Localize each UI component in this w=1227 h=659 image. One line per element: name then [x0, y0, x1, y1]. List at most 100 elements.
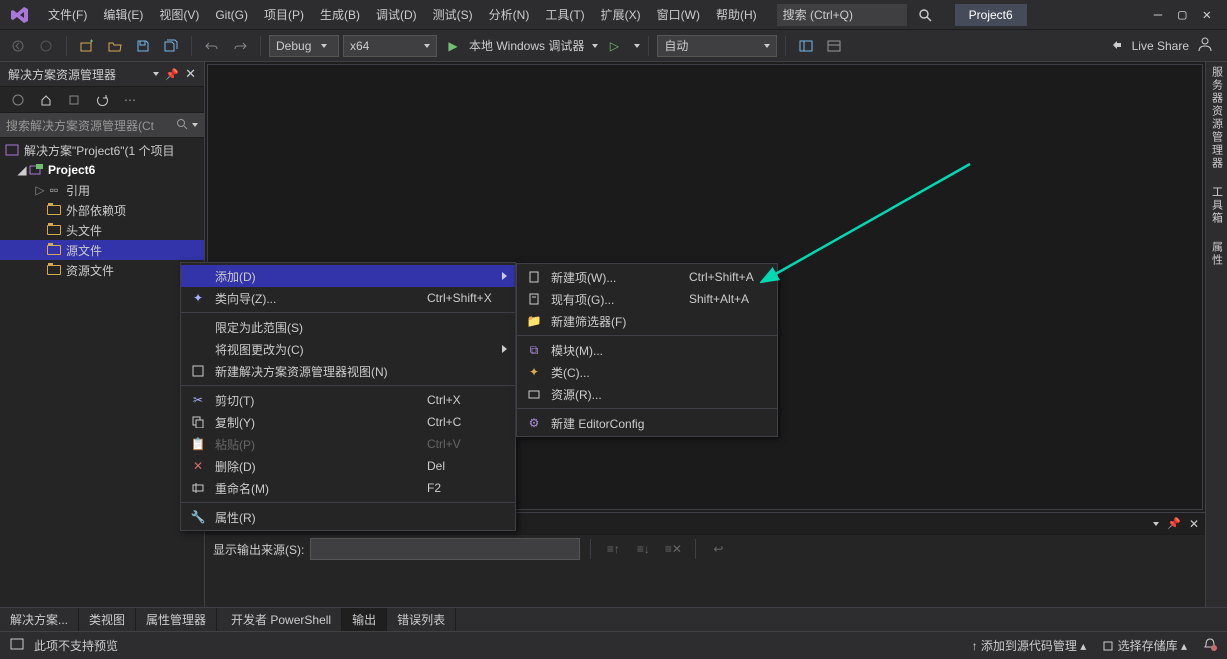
tab-error-list[interactable]: 错误列表: [387, 608, 456, 631]
refresh-icon[interactable]: [90, 88, 114, 112]
folder-icon: [46, 263, 62, 277]
caret-icon[interactable]: ◢: [16, 163, 28, 177]
menu-edit[interactable]: 编辑(E): [95, 2, 151, 27]
liveshare-button[interactable]: Live Share: [1132, 39, 1189, 53]
pin-icon[interactable]: 📌: [1167, 517, 1181, 530]
select-repo-button[interactable]: 选择存储库 ▴: [1102, 637, 1187, 654]
menu-class[interactable]: ✦类(C)...: [517, 361, 777, 383]
window-close-button[interactable]: ✕: [1203, 7, 1211, 23]
caret-icon[interactable]: ▷: [34, 183, 46, 197]
window-maximize-button[interactable]: ▢: [1178, 7, 1186, 23]
start-no-debug-button[interactable]: ▷: [602, 34, 626, 58]
solution-node[interactable]: 解决方案"Project6"(1 个项目: [0, 140, 204, 160]
prev-msg-icon[interactable]: ≡↑: [601, 537, 625, 561]
menu-window[interactable]: 窗口(W): [649, 2, 708, 27]
platform-dropdown[interactable]: x64: [343, 35, 437, 57]
menu-view[interactable]: 视图(V): [151, 2, 207, 27]
folder-icon: [46, 223, 62, 237]
menu-cut[interactable]: ✂剪切(T)Ctrl+X: [181, 389, 515, 411]
tab-property-manager[interactable]: 属性管理器: [136, 608, 217, 631]
menu-new-solution-view[interactable]: 新建解决方案资源管理器视图(N): [181, 360, 515, 382]
tab-dev-powershell[interactable]: 开发者 PowerShell: [221, 608, 342, 631]
layout-btn-2[interactable]: [822, 34, 846, 58]
user-icon[interactable]: [1197, 36, 1213, 55]
nav-fwd-button[interactable]: [34, 34, 58, 58]
menu-add[interactable]: 添加(D): [181, 265, 515, 287]
pin-icon[interactable]: 📌: [165, 68, 179, 81]
menu-tools[interactable]: 工具(T): [537, 2, 592, 27]
auto-dropdown[interactable]: 自动: [657, 35, 777, 57]
start-debug-button[interactable]: ▶: [441, 34, 465, 58]
next-msg-icon[interactable]: ≡↓: [631, 537, 655, 561]
cut-icon: ✂: [189, 393, 207, 407]
menu-analyze[interactable]: 分析(N): [481, 2, 538, 27]
panel-title: 解决方案资源管理器: [8, 66, 116, 83]
menu-help[interactable]: 帮助(H): [708, 2, 765, 27]
config-dropdown[interactable]: Debug: [269, 35, 339, 57]
references-node[interactable]: ▷ ▫▫ 引用: [0, 180, 204, 200]
home-icon[interactable]: [6, 88, 30, 112]
menu-scope[interactable]: 限定为此范围(S): [181, 316, 515, 338]
menu-project[interactable]: 项目(P): [256, 2, 312, 27]
panel-menu-icon[interactable]: [1153, 522, 1159, 526]
menu-rename[interactable]: 重命名(M)F2: [181, 477, 515, 499]
more-icon[interactable]: ⋯: [118, 88, 142, 112]
nav-back-button[interactable]: [6, 34, 30, 58]
debugger-label[interactable]: 本地 Windows 调试器: [469, 37, 584, 54]
menu-properties[interactable]: 🔧属性(R): [181, 506, 515, 528]
save-all-button[interactable]: [159, 34, 183, 58]
solution-search-input[interactable]: 搜索解决方案资源管理器(Ct: [0, 113, 204, 138]
panel-close-button[interactable]: ✕: [185, 66, 196, 82]
menu-existing-item[interactable]: 现有项(G)...Shift+Alt+A: [517, 288, 777, 310]
menu-build[interactable]: 生成(B): [312, 2, 368, 27]
menu-new-editorconfig[interactable]: ⚙新建 EditorConfig: [517, 412, 777, 434]
class-icon: ✦: [525, 365, 543, 379]
properties-tab[interactable]: 属性: [1209, 241, 1225, 267]
server-explorer-tab[interactable]: 服务器资源管理器: [1209, 66, 1225, 170]
global-search-input[interactable]: 搜索 (Ctrl+Q): [777, 4, 907, 26]
clear-icon[interactable]: ≡✕: [661, 537, 685, 561]
window-minimize-button[interactable]: —: [1154, 7, 1162, 23]
menu-resource[interactable]: 资源(R)...: [517, 383, 777, 405]
undo-button[interactable]: [200, 34, 224, 58]
tab-output[interactable]: 输出: [342, 608, 387, 631]
tab-solution-explorer[interactable]: 解决方案...: [0, 608, 79, 631]
menu-file[interactable]: 文件(F): [40, 2, 95, 27]
open-button[interactable]: [103, 34, 127, 58]
source-files-node[interactable]: 源文件: [0, 240, 204, 260]
add-source-control-button[interactable]: ↑ 添加到源代码管理 ▴: [972, 637, 1087, 654]
menu-git[interactable]: Git(G): [207, 4, 256, 26]
search-icon[interactable]: [915, 8, 935, 22]
menu-change-view[interactable]: 将视图更改为(C): [181, 338, 515, 360]
resource-files-node[interactable]: 资源文件: [0, 260, 204, 280]
menu-module[interactable]: ⧉模块(M)...: [517, 339, 777, 361]
home-btn[interactable]: [34, 88, 58, 112]
menu-copy[interactable]: 复制(Y)Ctrl+C: [181, 411, 515, 433]
menu-extensions[interactable]: 扩展(X): [593, 2, 649, 27]
external-deps-node[interactable]: 外部依赖项: [0, 200, 204, 220]
header-files-node[interactable]: 头文件: [0, 220, 204, 240]
save-button[interactable]: [131, 34, 155, 58]
layout-btn-1[interactable]: [794, 34, 818, 58]
new-view-icon: [189, 365, 207, 377]
notification-bell-icon[interactable]: [1203, 637, 1217, 654]
tab-class-view[interactable]: 类视图: [79, 608, 136, 631]
project-node[interactable]: ◢ Project6: [0, 160, 204, 180]
sync-icon[interactable]: [62, 88, 86, 112]
toolbox-tab[interactable]: 工具箱: [1209, 186, 1225, 225]
wrap-icon[interactable]: ↩: [706, 537, 730, 561]
solution-icon: [4, 143, 20, 157]
panel-options-icon[interactable]: [153, 72, 159, 76]
new-item-icon: [525, 271, 543, 283]
panel-close-button[interactable]: ✕: [1189, 517, 1199, 531]
menu-debug[interactable]: 调试(D): [368, 2, 425, 27]
menu-delete[interactable]: ✕删除(D)Del: [181, 455, 515, 477]
menu-test[interactable]: 测试(S): [425, 2, 481, 27]
menu-new-filter[interactable]: 📁新建筛选器(F): [517, 310, 777, 332]
redo-button[interactable]: [228, 34, 252, 58]
menu-new-item[interactable]: 新建项(W)...Ctrl+Shift+A: [517, 266, 777, 288]
bottom-tabstrip: 解决方案... 类视图 属性管理器 开发者 PowerShell 输出 错误列表: [0, 607, 1227, 631]
output-source-dropdown[interactable]: [310, 538, 580, 560]
new-project-button[interactable]: [75, 34, 99, 58]
menu-class-wizard[interactable]: ✦类向导(Z)...Ctrl+Shift+X: [181, 287, 515, 309]
